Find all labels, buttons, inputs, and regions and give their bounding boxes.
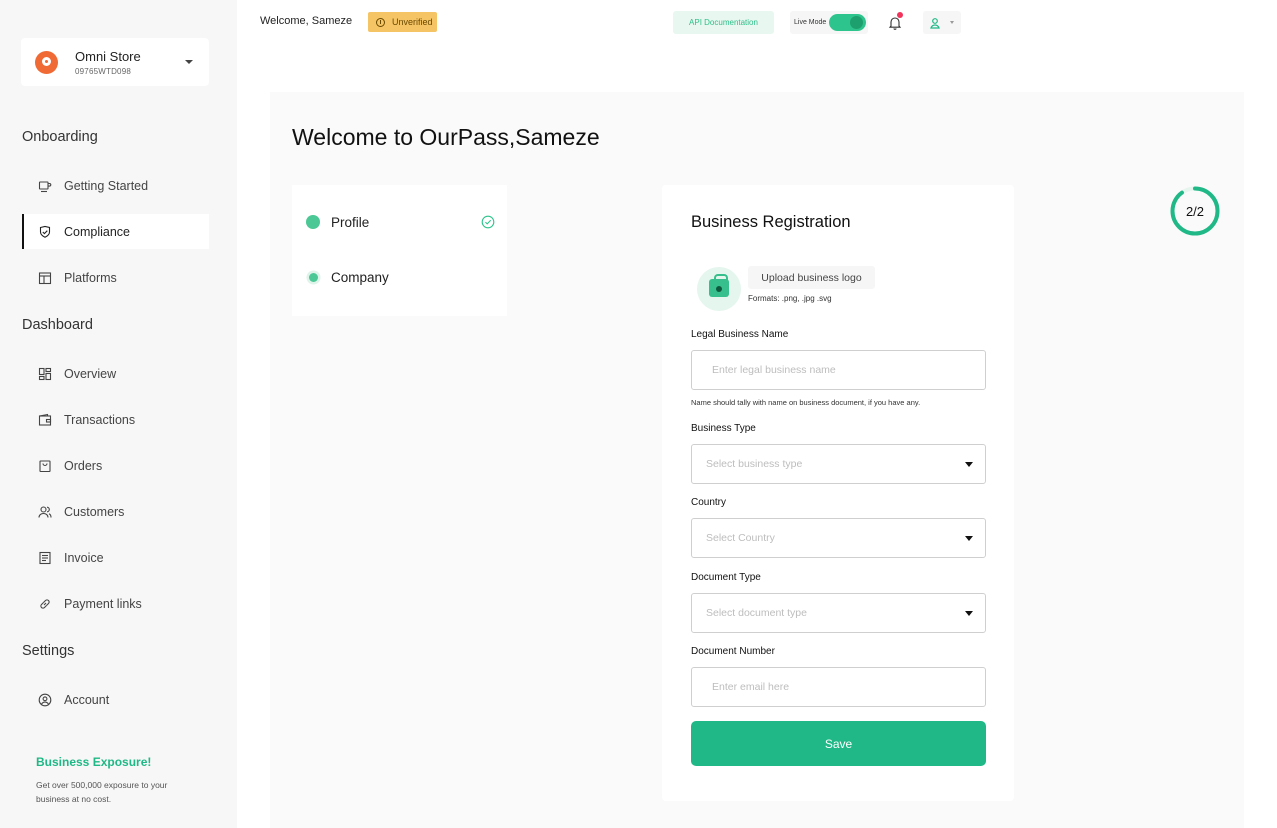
step-indicator bbox=[306, 215, 320, 229]
main-content: Welcome to OurPass,Sameze Profile Compan… bbox=[270, 92, 1244, 828]
business-type-placeholder: Select business type bbox=[706, 458, 803, 470]
sidebar: Omni Store 09765WTD098 Onboarding Gettin… bbox=[0, 0, 237, 828]
document-type-select[interactable]: Select document type bbox=[691, 593, 986, 633]
user-menu-button[interactable] bbox=[923, 11, 961, 34]
caret-down-icon bbox=[965, 611, 973, 616]
sidebar-item-label: Compliance bbox=[64, 224, 131, 239]
document-number-input[interactable] bbox=[691, 667, 986, 707]
check-circle-icon bbox=[481, 215, 495, 229]
sidebar-item-customers[interactable]: Customers bbox=[22, 494, 209, 529]
sidebar-item-label: Payment links bbox=[64, 596, 142, 611]
legal-name-label: Legal Business Name bbox=[691, 329, 789, 340]
wallet-icon bbox=[38, 413, 52, 427]
legal-name-hint: Name should tally with name on business … bbox=[691, 398, 921, 407]
country-select[interactable]: Select Country bbox=[691, 518, 986, 558]
sidebar-item-orders[interactable]: Orders bbox=[22, 448, 209, 483]
form-title: Business Registration bbox=[691, 213, 851, 231]
live-mode-toggle[interactable] bbox=[829, 14, 866, 31]
promo-title: Business Exposure! bbox=[36, 755, 152, 769]
api-documentation-button[interactable]: API Documentation bbox=[673, 11, 774, 34]
sidebar-item-invoice[interactable]: Invoice bbox=[22, 540, 209, 575]
welcome-text: Welcome, Sameze bbox=[260, 15, 353, 27]
sidebar-item-label: Transactions bbox=[64, 412, 136, 427]
document-icon bbox=[38, 551, 52, 565]
coffee-cup-icon bbox=[38, 179, 52, 193]
business-type-label: Business Type bbox=[691, 423, 756, 434]
sidebar-item-payment-links[interactable]: Payment links bbox=[22, 586, 209, 621]
shield-check-icon bbox=[38, 225, 52, 239]
business-type-select[interactable]: Select business type bbox=[691, 444, 986, 484]
country-label: Country bbox=[691, 497, 727, 508]
sidebar-item-label: Invoice bbox=[64, 550, 104, 565]
document-number-label: Document Number bbox=[691, 646, 775, 657]
section-title-settings: Settings bbox=[22, 643, 75, 659]
top-bar: Welcome, Sameze Unverified API Documenta… bbox=[237, 0, 987, 44]
status-badge: Unverified bbox=[368, 12, 437, 32]
sidebar-item-label: Getting Started bbox=[64, 178, 149, 193]
store-switcher[interactable]: Omni Store 09765WTD098 bbox=[21, 38, 209, 86]
live-mode-label: Live Mode bbox=[794, 19, 827, 26]
step-profile[interactable]: Profile bbox=[306, 212, 369, 232]
section-title-onboarding: Onboarding bbox=[22, 129, 98, 145]
step-label: Profile bbox=[331, 214, 370, 230]
sidebar-item-label: Overview bbox=[64, 366, 117, 381]
sidebar-item-account[interactable]: Account bbox=[22, 682, 209, 717]
legal-name-input[interactable] bbox=[691, 350, 986, 390]
store-id: 09765WTD098 bbox=[75, 66, 132, 76]
notification-bell-icon[interactable] bbox=[885, 12, 905, 33]
shopping-bag-icon bbox=[709, 274, 729, 297]
upload-formats-hint: Formats: .png, .jpg .svg bbox=[748, 294, 832, 303]
status-badge-label: Unverified bbox=[392, 16, 433, 27]
page-title: Welcome to OurPass,Sameze bbox=[292, 124, 600, 150]
user-circle-icon bbox=[38, 693, 52, 707]
link-icon bbox=[38, 597, 52, 611]
grid-icon bbox=[38, 367, 52, 381]
sidebar-item-overview[interactable]: Overview bbox=[22, 356, 209, 391]
sidebar-item-label: Platforms bbox=[64, 270, 117, 285]
document-type-label: Document Type bbox=[691, 572, 761, 583]
progress-label: 2/2 bbox=[1185, 203, 1205, 219]
store-logo bbox=[35, 50, 58, 74]
notification-badge bbox=[897, 12, 903, 18]
caret-down-icon bbox=[965, 536, 973, 541]
step-company[interactable]: Company bbox=[306, 267, 389, 287]
sidebar-item-compliance[interactable]: Compliance bbox=[22, 214, 209, 249]
document-type-placeholder: Select document type bbox=[706, 607, 807, 619]
live-mode-switch: Live Mode bbox=[790, 11, 868, 34]
chevron-down-icon[interactable] bbox=[185, 60, 193, 64]
upload-logo-button[interactable]: Upload business logo bbox=[748, 266, 875, 289]
sidebar-item-label: Orders bbox=[64, 458, 103, 473]
store-name: Omni Store bbox=[75, 48, 141, 64]
business-registration-form: Business Registration Upload business lo… bbox=[662, 185, 1014, 801]
section-title-dashboard: Dashboard bbox=[22, 317, 93, 333]
step-label: Company bbox=[331, 269, 389, 285]
sidebar-item-label: Customers bbox=[64, 504, 125, 519]
promo-text: Get over 500,000 exposure to your busine… bbox=[36, 780, 168, 804]
shopping-bag-icon bbox=[38, 459, 52, 473]
layout-icon bbox=[38, 271, 52, 285]
caret-down-icon bbox=[965, 462, 973, 467]
country-placeholder: Select Country bbox=[706, 532, 775, 544]
user-icon bbox=[930, 17, 940, 29]
sidebar-item-getting-started[interactable]: Getting Started bbox=[22, 168, 209, 203]
sidebar-item-label: Account bbox=[64, 692, 110, 707]
logo-placeholder[interactable] bbox=[697, 267, 741, 311]
users-icon bbox=[38, 505, 52, 519]
sidebar-item-transactions[interactable]: Transactions bbox=[22, 402, 209, 437]
step-indicator bbox=[308, 272, 318, 282]
save-button[interactable]: Save bbox=[691, 721, 986, 766]
sidebar-item-platforms[interactable]: Platforms bbox=[22, 260, 209, 295]
onboarding-steps: Profile Company bbox=[292, 185, 507, 316]
warning-icon bbox=[376, 17, 385, 27]
chevron-down-icon bbox=[950, 21, 954, 24]
